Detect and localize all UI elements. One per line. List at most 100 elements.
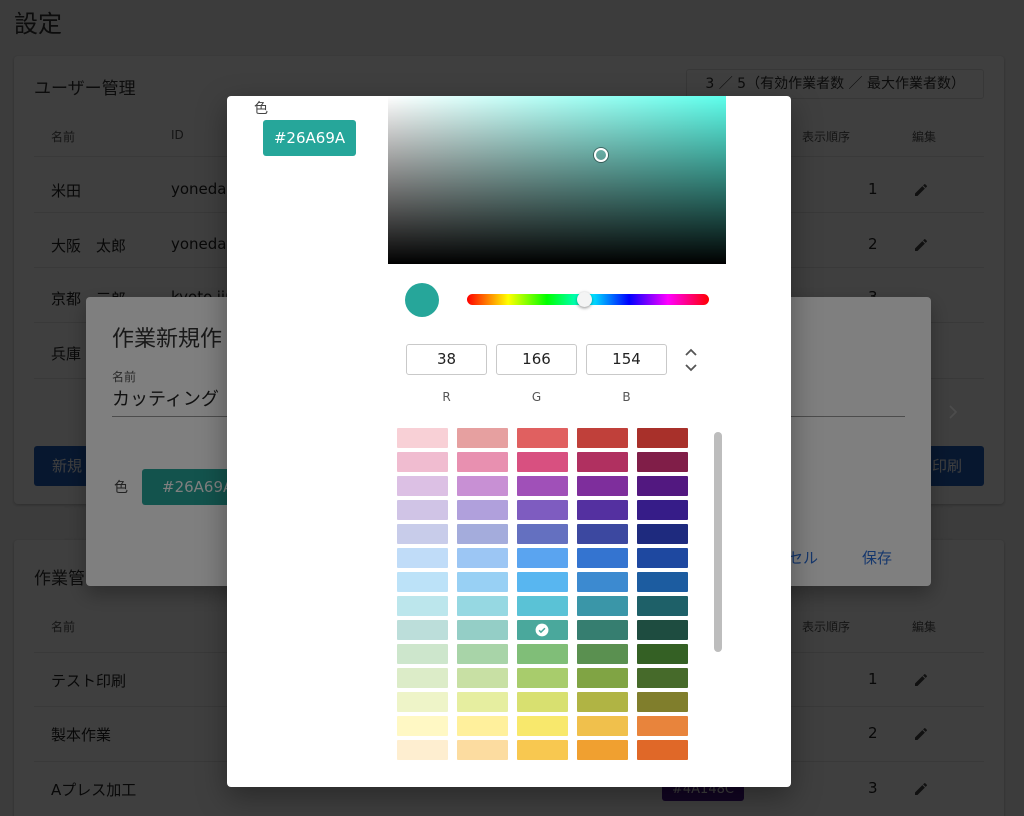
color-swatch[interactable] bbox=[517, 476, 568, 496]
color-swatch[interactable] bbox=[637, 716, 688, 736]
color-swatch[interactable] bbox=[577, 572, 628, 592]
color-swatch[interactable] bbox=[457, 572, 508, 592]
color-swatch[interactable] bbox=[577, 668, 628, 688]
color-swatch[interactable] bbox=[517, 548, 568, 568]
color-swatch[interactable] bbox=[577, 524, 628, 544]
color-swatch[interactable] bbox=[397, 428, 448, 448]
swatch-scrollbar-thumb[interactable] bbox=[714, 432, 722, 652]
swatch-palette bbox=[397, 428, 727, 764]
color-swatch[interactable] bbox=[457, 500, 508, 520]
swatch-row bbox=[397, 740, 727, 760]
color-swatch[interactable] bbox=[397, 524, 448, 544]
input-mode-toggle-icon[interactable] bbox=[683, 346, 699, 374]
sv-black-gradient bbox=[388, 96, 726, 264]
swatch-row bbox=[397, 668, 727, 688]
color-swatch[interactable] bbox=[397, 668, 448, 688]
color-swatch[interactable] bbox=[637, 452, 688, 472]
color-swatch[interactable] bbox=[397, 620, 448, 640]
swatch-row bbox=[397, 644, 727, 664]
color-swatch[interactable] bbox=[637, 548, 688, 568]
color-swatch[interactable] bbox=[517, 692, 568, 712]
swatch-row bbox=[397, 524, 727, 544]
swatch-row bbox=[397, 692, 727, 712]
color-picker-dialog: 色 #26A69A 38 166 154 R G B bbox=[227, 96, 791, 787]
color-swatch[interactable] bbox=[637, 692, 688, 712]
swatch-row bbox=[397, 476, 727, 496]
color-swatch[interactable] bbox=[517, 644, 568, 664]
color-swatch[interactable] bbox=[457, 668, 508, 688]
color-swatch[interactable] bbox=[637, 572, 688, 592]
color-swatch[interactable] bbox=[577, 740, 628, 760]
swatch-row bbox=[397, 716, 727, 736]
color-swatch[interactable] bbox=[577, 716, 628, 736]
color-swatch[interactable] bbox=[457, 524, 508, 544]
color-swatch[interactable] bbox=[637, 428, 688, 448]
color-swatch[interactable] bbox=[397, 716, 448, 736]
color-swatch[interactable] bbox=[397, 740, 448, 760]
green-label: G bbox=[531, 390, 542, 404]
swatch-row bbox=[397, 596, 727, 616]
color-swatch[interactable] bbox=[457, 716, 508, 736]
color-swatch[interactable] bbox=[577, 692, 628, 712]
color-swatch[interactable] bbox=[517, 620, 568, 640]
color-swatch[interactable] bbox=[397, 452, 448, 472]
color-swatch[interactable] bbox=[637, 644, 688, 664]
color-swatch[interactable] bbox=[517, 668, 568, 688]
color-swatch[interactable] bbox=[397, 500, 448, 520]
picker-label: 色 bbox=[254, 101, 268, 117]
color-swatch[interactable] bbox=[457, 452, 508, 472]
color-swatch[interactable] bbox=[397, 692, 448, 712]
color-swatch[interactable] bbox=[637, 740, 688, 760]
sv-cursor[interactable] bbox=[593, 147, 608, 162]
red-input[interactable]: 38 bbox=[406, 344, 487, 375]
color-swatch[interactable] bbox=[637, 620, 688, 640]
hue-slider-thumb[interactable] bbox=[576, 292, 592, 307]
color-swatch[interactable] bbox=[577, 644, 628, 664]
color-swatch[interactable] bbox=[517, 524, 568, 544]
color-swatch[interactable] bbox=[637, 524, 688, 544]
color-swatch[interactable] bbox=[457, 596, 508, 616]
color-swatch[interactable] bbox=[457, 620, 508, 640]
color-swatch[interactable] bbox=[397, 476, 448, 496]
color-swatch[interactable] bbox=[457, 476, 508, 496]
color-preview-dot bbox=[405, 283, 439, 317]
check-icon bbox=[535, 623, 549, 637]
color-swatch[interactable] bbox=[637, 500, 688, 520]
color-swatch[interactable] bbox=[577, 596, 628, 616]
color-swatch[interactable] bbox=[457, 740, 508, 760]
color-swatch[interactable] bbox=[637, 668, 688, 688]
color-swatch[interactable] bbox=[397, 572, 448, 592]
color-swatch[interactable] bbox=[517, 572, 568, 592]
swatch-row bbox=[397, 500, 727, 520]
red-label: R bbox=[442, 390, 451, 404]
color-swatch[interactable] bbox=[517, 452, 568, 472]
color-swatch[interactable] bbox=[517, 500, 568, 520]
swatch-row bbox=[397, 428, 727, 448]
color-swatch[interactable] bbox=[517, 740, 568, 760]
color-swatch[interactable] bbox=[517, 596, 568, 616]
color-swatch[interactable] bbox=[517, 428, 568, 448]
color-swatch[interactable] bbox=[397, 596, 448, 616]
color-swatch[interactable] bbox=[637, 596, 688, 616]
color-swatch[interactable] bbox=[517, 716, 568, 736]
swatch-row bbox=[397, 620, 727, 640]
blue-input[interactable]: 154 bbox=[586, 344, 667, 375]
green-input[interactable]: 166 bbox=[496, 344, 577, 375]
color-swatch[interactable] bbox=[457, 548, 508, 568]
color-swatch[interactable] bbox=[397, 644, 448, 664]
swatch-row bbox=[397, 548, 727, 568]
color-swatch[interactable] bbox=[637, 476, 688, 496]
color-swatch[interactable] bbox=[577, 428, 628, 448]
color-swatch[interactable] bbox=[457, 692, 508, 712]
swatch-row bbox=[397, 572, 727, 592]
color-swatch[interactable] bbox=[397, 548, 448, 568]
color-swatch[interactable] bbox=[577, 620, 628, 640]
color-swatch[interactable] bbox=[457, 428, 508, 448]
color-swatch[interactable] bbox=[457, 644, 508, 664]
blue-label: B bbox=[622, 390, 631, 404]
saturation-value-area[interactable] bbox=[388, 96, 726, 264]
color-swatch[interactable] bbox=[577, 452, 628, 472]
color-swatch[interactable] bbox=[577, 500, 628, 520]
color-swatch[interactable] bbox=[577, 548, 628, 568]
color-swatch[interactable] bbox=[577, 476, 628, 496]
